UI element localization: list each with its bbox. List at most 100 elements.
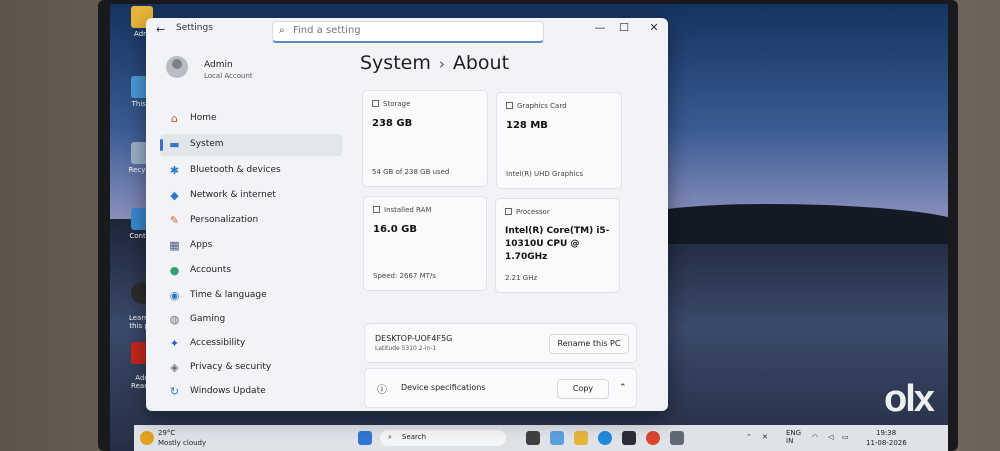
start-icon[interactable] (358, 431, 372, 445)
profile-account-type: Local Account (204, 72, 253, 80)
weather-icon[interactable] (140, 431, 154, 445)
nav-item-privacy[interactable]: ◈ Privacy & security (160, 357, 342, 379)
accounts-icon: ● (169, 264, 180, 277)
graphics-value: 128 MB (506, 120, 548, 131)
nav-item-label: Personalization (190, 215, 259, 225)
processor-card[interactable]: Processor Intel(R) Core(TM) i5-10310U CP… (495, 198, 620, 293)
page-title: About (452, 52, 510, 74)
taskbar-search[interactable]: ⌕ Search (380, 430, 506, 446)
wallpaper-shoreline (630, 204, 948, 244)
close-button[interactable]: ✕ (642, 21, 666, 39)
search-icon: ⌕ (388, 433, 392, 441)
nav-item-label: Time & language (190, 290, 267, 300)
back-arrow-icon[interactable]: ← (156, 23, 165, 36)
nav-item-label: Apps (190, 240, 213, 250)
volume-icon[interactable]: ◁ (828, 433, 833, 441)
weather-temp: 29°C (158, 429, 176, 437)
nav-item-bluetooth[interactable]: ✱ Bluetooth & devices (160, 160, 342, 182)
graphics-header: Graphics Card (506, 102, 567, 110)
nav-item-label: Bluetooth & devices (190, 165, 281, 175)
ram-value: 16.0 GB (373, 224, 417, 235)
graphics-card[interactable]: Graphics Card 128 MB Intel(R) UHD Graphi… (496, 92, 622, 189)
storage-icon (372, 100, 379, 107)
audio-off-icon[interactable]: ✕ (762, 433, 768, 441)
info-icon: ⓘ (377, 385, 387, 396)
ram-icon (373, 206, 380, 213)
wifi-icon[interactable]: ◠ (812, 433, 818, 441)
nav-item-accessibility[interactable]: ✦ Accessibility (160, 333, 342, 355)
ram-label: Installed RAM (384, 206, 432, 214)
ram-header: Installed RAM (373, 206, 431, 214)
update-icon: ↻ (169, 385, 180, 398)
title-bar: ← Settings ⌕ — ☐ ✕ (146, 18, 668, 50)
chrome-icon[interactable] (646, 431, 660, 445)
breadcrumb: System › About (360, 52, 509, 74)
taskbar: 29°C Mostly cloudy ⌕ Search ⌃ ✕ ENG IN ◠… (134, 425, 948, 451)
store-icon[interactable] (622, 431, 636, 445)
device-specs-row[interactable]: ⓘ Device specifications Copy ⌃ (364, 368, 637, 408)
nav-item-label: Home (190, 113, 217, 123)
nav-item-label: Windows Update (190, 386, 266, 396)
device-name: DESKTOP-UOF4F5G (375, 334, 453, 343)
nav-item-label: Accessibility (190, 338, 246, 348)
widgets-icon[interactable] (550, 431, 564, 445)
nav-item-gaming[interactable]: ◍ Gaming (160, 309, 342, 331)
app-title: Settings (176, 23, 213, 33)
storage-header: Storage (372, 100, 410, 108)
processor-icon (505, 208, 512, 215)
clock-date[interactable]: 11-08-2026 (866, 439, 907, 447)
nav-item-home[interactable]: ⌂ Home (160, 108, 342, 130)
ram-card[interactable]: Installed RAM 16.0 GB Speed: 2667 MT/s (363, 196, 487, 291)
settings-search-box[interactable]: ⌕ (272, 21, 544, 43)
nav-item-label: Gaming (190, 314, 226, 324)
clock-time[interactable]: 19:38 (876, 429, 896, 437)
file-explorer-icon[interactable] (574, 431, 588, 445)
device-name-row: DESKTOP-UOF4F5G Latitude 5310 2-in-1 Ren… (364, 323, 637, 363)
settings-window: ← Settings ⌕ — ☐ ✕ Admin Local Account ⌂… (146, 18, 668, 411)
nav-item-system[interactable]: ▬ System (160, 134, 342, 156)
taskbar-search-label: Search (402, 433, 427, 441)
search-icon: ⌕ (279, 25, 285, 36)
storage-value: 238 GB (372, 118, 413, 129)
minimize-button[interactable]: — (588, 21, 612, 39)
graphics-label: Graphics Card (517, 102, 567, 110)
breadcrumb-parent[interactable]: System (360, 52, 431, 74)
nav-item-accounts[interactable]: ● Accounts (160, 260, 342, 282)
brush-icon: ✎ (169, 214, 180, 227)
nav-item-label: System (190, 139, 224, 149)
rename-pc-button[interactable]: Rename this PC (549, 334, 629, 354)
storage-card[interactable]: Storage 238 GB 54 GB of 238 GB used (362, 90, 488, 187)
breadcrumb-separator: › (438, 55, 445, 73)
profile-name: Admin (204, 60, 233, 70)
processor-value: Intel(R) Core(TM) i5-10310U CPU @ 1.70GH… (505, 226, 610, 262)
ram-detail: Speed: 2667 MT/s (373, 272, 436, 280)
processor-header: Processor (505, 208, 550, 216)
edge-icon[interactable] (598, 431, 612, 445)
nav-item-windows-update[interactable]: ↻ Windows Update (160, 381, 342, 403)
maximize-button[interactable]: ☐ (612, 21, 636, 39)
nav-item-personalization[interactable]: ✎ Personalization (160, 210, 342, 232)
copy-button[interactable]: Copy (557, 379, 609, 399)
system-icon: ▬ (169, 138, 180, 151)
settings-search-input[interactable] (293, 25, 533, 36)
chevron-up-icon[interactable]: ⌃ (746, 433, 752, 441)
gaming-icon: ◍ (169, 313, 180, 326)
language-indicator[interactable]: ENG IN (786, 429, 801, 445)
nav-item-network[interactable]: ◆ Network & internet (160, 185, 342, 207)
device-specs-label: Device specifications (401, 383, 486, 392)
storage-label: Storage (383, 100, 411, 108)
home-icon: ⌂ (171, 112, 178, 125)
weather-desc: Mostly cloudy (158, 439, 207, 447)
nav-item-apps[interactable]: ▦ Apps (160, 235, 342, 257)
network-icon: ◆ (170, 189, 179, 202)
device-model: Latitude 5310 2-in-1 (375, 345, 437, 352)
nav-item-time-language[interactable]: ◉ Time & language (160, 285, 342, 307)
graphics-icon (506, 102, 513, 109)
accessibility-icon: ✦ (169, 337, 180, 350)
battery-icon[interactable]: ▭ (842, 433, 849, 441)
avatar[interactable] (166, 56, 188, 78)
task-view-icon[interactable] (526, 431, 540, 445)
settings-gear-icon[interactable] (670, 431, 684, 445)
chevron-up-icon[interactable]: ⌃ (619, 383, 627, 393)
globe-icon: ◉ (169, 289, 180, 302)
